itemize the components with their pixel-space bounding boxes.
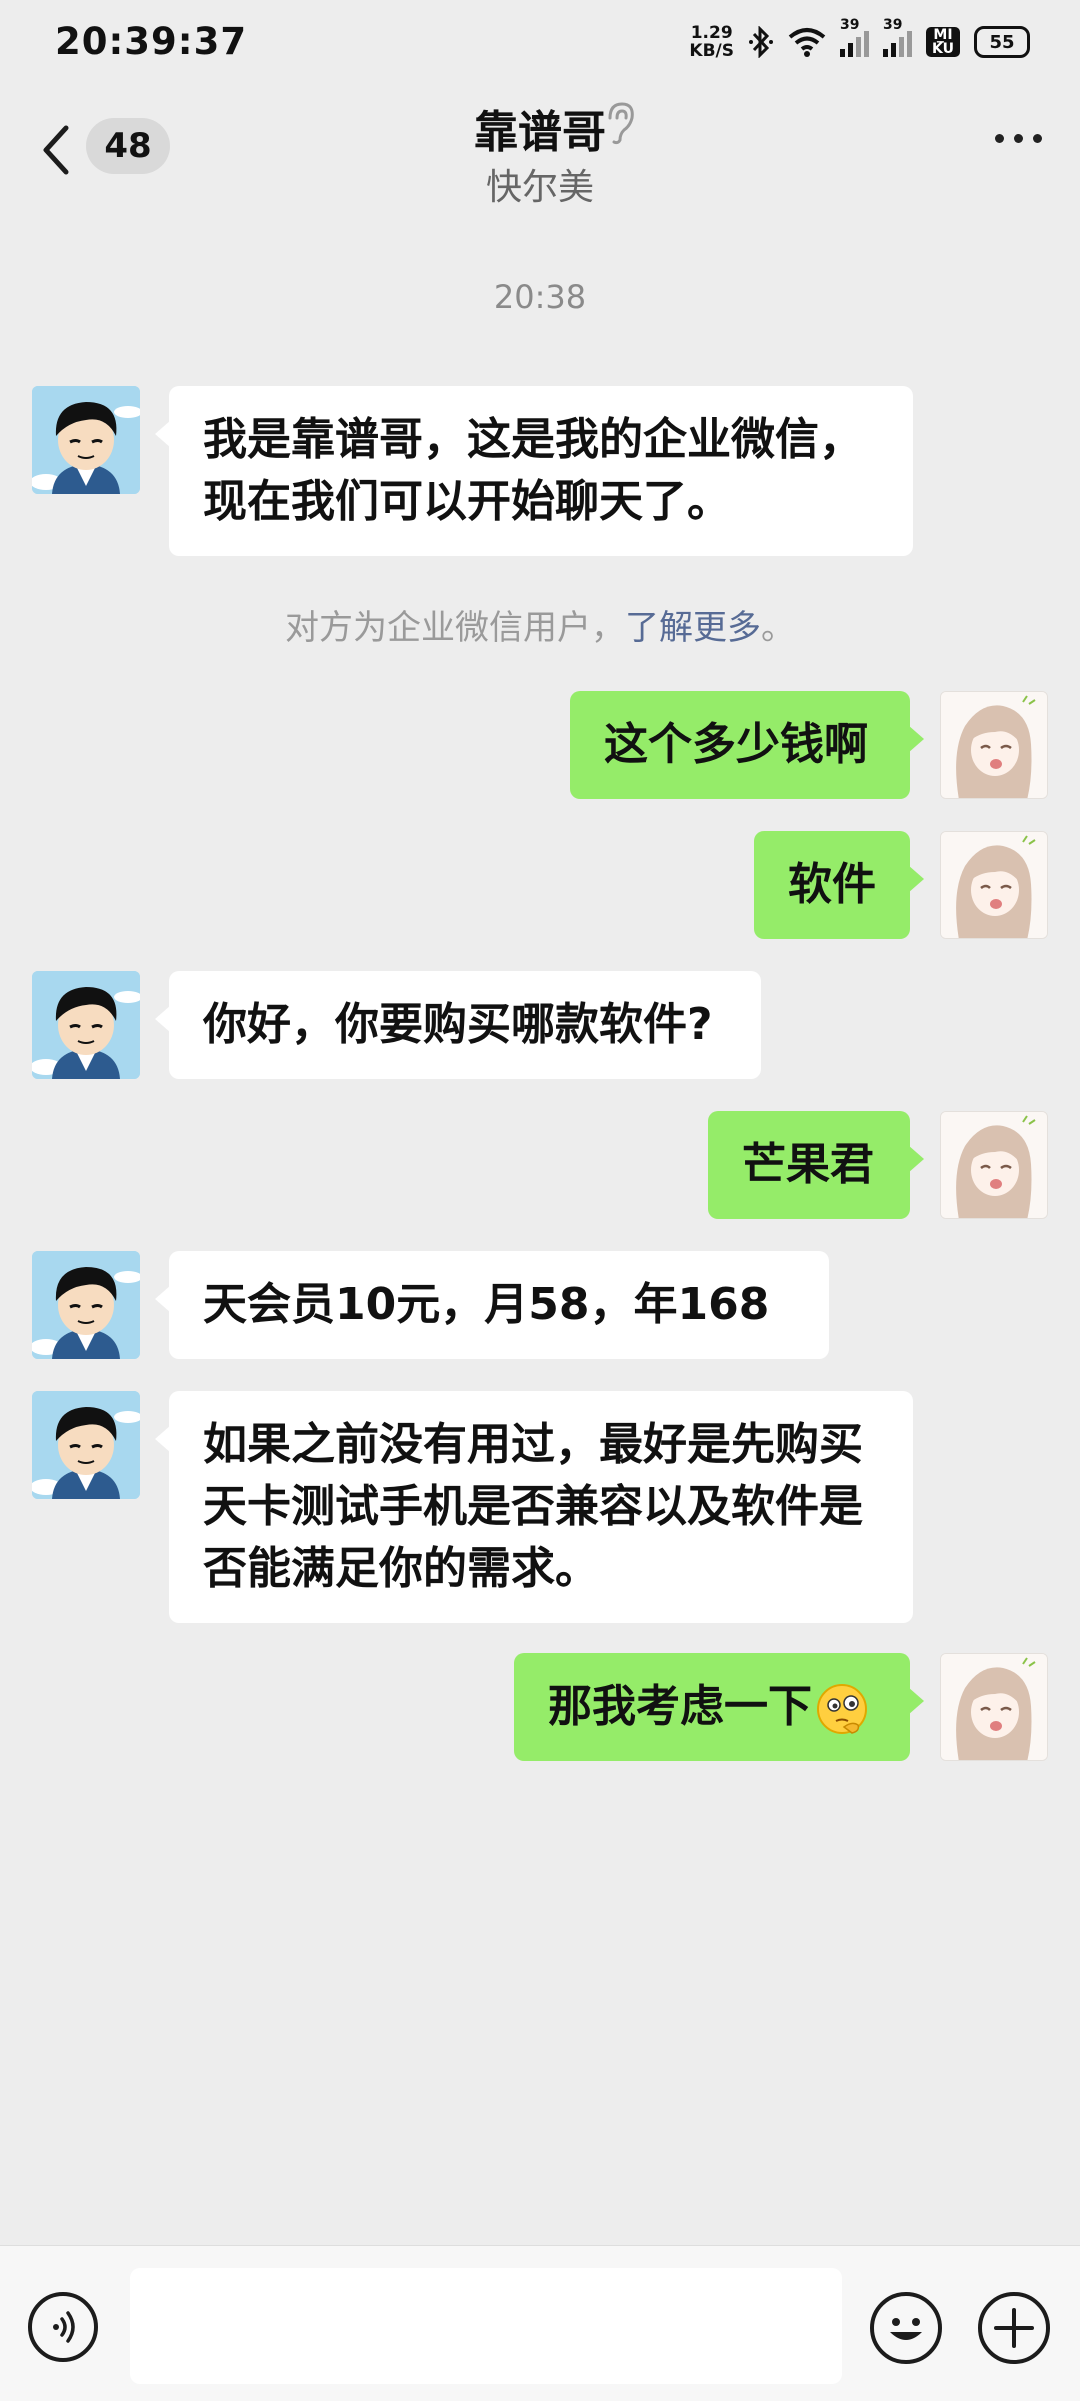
plus-button[interactable]	[978, 2292, 1050, 2364]
thinking-emoji-icon	[817, 1684, 867, 1734]
more-button[interactable]	[995, 134, 1042, 143]
voice-icon	[53, 2311, 75, 2343]
incoming-message[interactable]: 你好，你要购买哪款软件?	[155, 971, 761, 1079]
plus-icon	[994, 2308, 1034, 2348]
girl-avatar-icon	[941, 692, 1047, 798]
outgoing-message[interactable]: 这个多少钱啊	[570, 691, 924, 799]
learn-more-link[interactable]: 了解更多	[625, 608, 761, 648]
emoji-button[interactable]	[870, 2292, 942, 2364]
boy-avatar-icon	[32, 386, 140, 494]
contact-avatar[interactable]	[32, 971, 140, 1079]
my-avatar[interactable]	[940, 1653, 1048, 1761]
boy-avatar-icon	[32, 1391, 140, 1499]
cell-signal-1-label: 39	[840, 17, 860, 33]
cell-signal-2-label: 39	[883, 17, 903, 33]
incoming-message[interactable]: 我是靠谱哥，这是我的企业微信，现在我们可以开始聊天了。	[155, 386, 913, 556]
battery-icon: 55	[974, 26, 1030, 58]
status-time: 20:39:37	[55, 20, 248, 63]
cell-signal-1: 39	[840, 17, 869, 57]
girl-avatar-icon	[941, 1112, 1047, 1218]
system-note-suffix: 。	[761, 608, 795, 648]
girl-avatar-icon	[941, 1654, 1047, 1760]
message-input[interactable]	[130, 2268, 842, 2384]
chat-header: 48 靠谱哥 快尔美	[0, 90, 1080, 220]
status-bar: 20:39:37 1.29 KB/S 39 39 M̲I KU 55	[0, 0, 1080, 90]
voice-button[interactable]	[28, 2292, 98, 2362]
incoming-message[interactable]: 如果之前没有用过，最好是先购买天卡测试手机是否兼容以及软件是否能满足你的需求。	[155, 1391, 913, 1623]
bluetooth-icon	[749, 26, 773, 58]
my-avatar[interactable]	[940, 1111, 1048, 1219]
cell-signal-2: 39	[883, 17, 912, 57]
emoji-icon	[890, 2318, 922, 2340]
more-icon-dot	[1033, 134, 1042, 143]
network-speed-unit: KB/S	[689, 41, 734, 61]
outgoing-message[interactable]: 那我考虑一下	[514, 1653, 924, 1761]
chat-subtitle: 快尔美	[485, 167, 594, 208]
outgoing-message[interactable]: 芒果君	[708, 1111, 924, 1219]
girl-avatar-icon	[941, 832, 1047, 938]
system-note-text: 对方为企业微信用户，	[285, 608, 625, 648]
chat-title: 靠谱哥	[474, 107, 606, 158]
battery-level: 55	[989, 31, 1015, 53]
contact-avatar[interactable]	[32, 386, 140, 494]
more-icon-dot	[1014, 134, 1023, 143]
message-timestamp: 20:38	[493, 278, 587, 316]
network-speed: 1.29 KB/S	[689, 24, 734, 60]
boy-avatar-icon	[32, 1251, 140, 1359]
more-icon-dot	[995, 134, 1004, 143]
system-note: 对方为企业微信用户，了解更多。	[0, 600, 1080, 649]
contact-avatar[interactable]	[32, 1391, 140, 1499]
outgoing-message[interactable]: 软件	[754, 831, 924, 939]
input-bar	[0, 2245, 1080, 2401]
ear-icon	[608, 102, 634, 145]
outgoing-message-text: 那我考虑一下	[548, 1681, 812, 1732]
network-speed-value: 1.29	[690, 23, 733, 43]
boy-avatar-icon	[32, 971, 140, 1079]
status-icons: 1.29 KB/S 39 39 M̲I KU 55	[689, 17, 1030, 60]
my-avatar[interactable]	[940, 831, 1048, 939]
contact-avatar[interactable]	[32, 1251, 140, 1359]
incoming-message[interactable]: 天会员10元，月58，年168	[155, 1251, 829, 1359]
wifi-icon	[788, 28, 826, 57]
my-avatar[interactable]	[940, 691, 1048, 799]
mi-icon: M̲I KU	[926, 27, 960, 57]
